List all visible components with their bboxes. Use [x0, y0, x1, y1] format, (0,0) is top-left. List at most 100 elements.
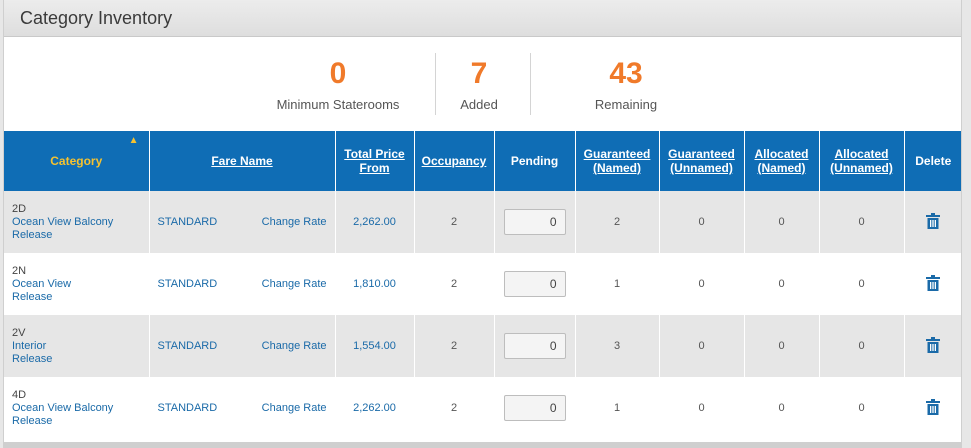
release-link[interactable]: Release [12, 415, 145, 428]
release-link[interactable]: Release [12, 353, 145, 366]
column-header-category[interactable]: ▲ Category [4, 131, 150, 191]
category-code: 4D [12, 388, 27, 401]
occupancy-cell: 2 [414, 315, 495, 377]
occupancy-cell: 2 [414, 191, 495, 253]
change-rate-link[interactable]: Change Rate [262, 216, 327, 228]
column-header-total-price[interactable]: Total Price From [335, 131, 415, 191]
pending-input[interactable] [503, 395, 566, 421]
category-name-link[interactable]: Interior [12, 340, 145, 353]
trash-icon[interactable] [926, 398, 941, 415]
column-header-allocated-named[interactable]: Allocated (Named) [744, 131, 820, 191]
release-link[interactable]: Release [12, 229, 145, 242]
category-cell: 4D Ocean View Balcony Release [4, 377, 150, 439]
summary-stats: 0 Minimum Staterooms 7 Added 43 Remainin… [4, 37, 961, 131]
delete-cell [904, 377, 961, 439]
fare-cell: STANDARD Change Rate [149, 315, 336, 377]
guaranteed-unnamed-cell: 0 [659, 377, 745, 439]
bottom-border [4, 442, 961, 448]
fare-name-link[interactable]: STANDARD [158, 340, 218, 352]
price-link[interactable]: 2,262.00 [353, 216, 396, 228]
stat-value: 7 [470, 57, 488, 90]
category-name-link[interactable]: Ocean View Balcony [12, 216, 145, 229]
stat-minimum-staterooms: 0 Minimum Staterooms [266, 57, 410, 112]
trash-icon[interactable] [926, 336, 941, 353]
column-header-guaranteed-named[interactable]: Guaranteed (Named) [575, 131, 660, 191]
allocated-named-cell: 0 [744, 253, 820, 315]
trash-icon[interactable] [926, 274, 941, 291]
change-rate-link[interactable]: Change Rate [262, 402, 327, 414]
fare-cell: STANDARD Change Rate [149, 377, 336, 439]
column-header-delete: Delete [904, 131, 961, 191]
allocated-unnamed-cell: 0 [819, 253, 905, 315]
pending-input[interactable] [503, 271, 566, 297]
price-link[interactable]: 1,810.00 [353, 278, 396, 290]
pending-cell [494, 377, 576, 439]
price-link[interactable]: 2,262.00 [353, 402, 396, 414]
category-name-link[interactable]: Ocean View [12, 278, 145, 291]
inventory-table: ▲ Category Fare Name Total Price From Occ… [4, 131, 961, 439]
stat-value: 0 [329, 57, 347, 90]
category-code: 2N [12, 264, 27, 277]
pending-input[interactable] [503, 209, 566, 235]
price-cell: 2,262.00 [335, 191, 415, 253]
allocated-named-cell: 0 [744, 315, 820, 377]
occupancy-cell: 2 [414, 253, 495, 315]
column-header-allocated-unnamed[interactable]: Allocated (Unnamed) [819, 131, 905, 191]
allocated-unnamed-cell: 0 [819, 377, 905, 439]
pending-cell [494, 315, 576, 377]
occupancy-cell: 2 [414, 377, 495, 439]
change-rate-link[interactable]: Change Rate [262, 278, 327, 290]
category-inventory-panel: Category Inventory 0 Minimum Staterooms … [3, 0, 962, 448]
price-cell: 2,262.00 [335, 377, 415, 439]
allocated-unnamed-cell: 0 [819, 191, 905, 253]
panel-header: Category Inventory [4, 0, 961, 37]
change-rate-link[interactable]: Change Rate [262, 340, 327, 352]
column-header-fare-name[interactable]: Fare Name [149, 131, 336, 191]
stat-label: Minimum Staterooms [276, 97, 400, 112]
column-header-guaranteed-unnamed[interactable]: Guaranteed (Unnamed) [659, 131, 745, 191]
fare-name-link[interactable]: STANDARD [158, 402, 218, 414]
guaranteed-named-cell: 3 [575, 315, 660, 377]
category-cell: 2D Ocean View Balcony Release [4, 191, 150, 253]
guaranteed-unnamed-cell: 0 [659, 253, 745, 315]
pending-cell [494, 253, 576, 315]
table-row: 4D Ocean View Balcony Release STANDARD C… [4, 377, 961, 439]
guaranteed-unnamed-cell: 0 [659, 191, 745, 253]
stat-added: 7 Added [444, 57, 514, 112]
column-header-pending: Pending [494, 131, 576, 191]
fare-cell: STANDARD Change Rate [149, 253, 336, 315]
guaranteed-unnamed-cell: 0 [659, 315, 745, 377]
allocated-named-cell: 0 [744, 191, 820, 253]
delete-cell [904, 315, 961, 377]
category-code: 2D [12, 202, 27, 215]
category-cell: 2N Ocean View Release [4, 253, 150, 315]
fare-name-link[interactable]: STANDARD [158, 278, 218, 290]
release-link[interactable]: Release [12, 291, 145, 304]
fare-cell: STANDARD Change Rate [149, 191, 336, 253]
guaranteed-named-cell: 2 [575, 191, 660, 253]
column-header-occupancy[interactable]: Occupancy [414, 131, 495, 191]
allocated-unnamed-cell: 0 [819, 315, 905, 377]
pending-input[interactable] [503, 333, 566, 359]
trash-icon[interactable] [926, 212, 941, 229]
table-row: 2V Interior Release STANDARD Change Rate… [4, 315, 961, 377]
stat-label: Remaining [594, 97, 658, 112]
stat-remaining: 43 Remaining [576, 57, 676, 112]
sort-up-icon: ▲ [128, 135, 139, 146]
panel-title: Category Inventory [20, 7, 173, 28]
stat-label: Added [460, 97, 498, 112]
category-name-link[interactable]: Ocean View Balcony [12, 402, 145, 415]
category-cell: 2V Interior Release [4, 315, 150, 377]
fare-name-link[interactable]: STANDARD [158, 216, 218, 228]
stat-value: 43 [609, 57, 643, 90]
price-link[interactable]: 1,554.00 [353, 340, 396, 352]
price-cell: 1,810.00 [335, 253, 415, 315]
guaranteed-named-cell: 1 [575, 377, 660, 439]
guaranteed-named-cell: 1 [575, 253, 660, 315]
delete-cell [904, 191, 961, 253]
stat-divider [530, 53, 531, 115]
table-row: 2N Ocean View Release STANDARD Change Ra… [4, 253, 961, 315]
delete-cell [904, 253, 961, 315]
table-row: 2D Ocean View Balcony Release STANDARD C… [4, 191, 961, 253]
stat-divider [435, 53, 436, 115]
